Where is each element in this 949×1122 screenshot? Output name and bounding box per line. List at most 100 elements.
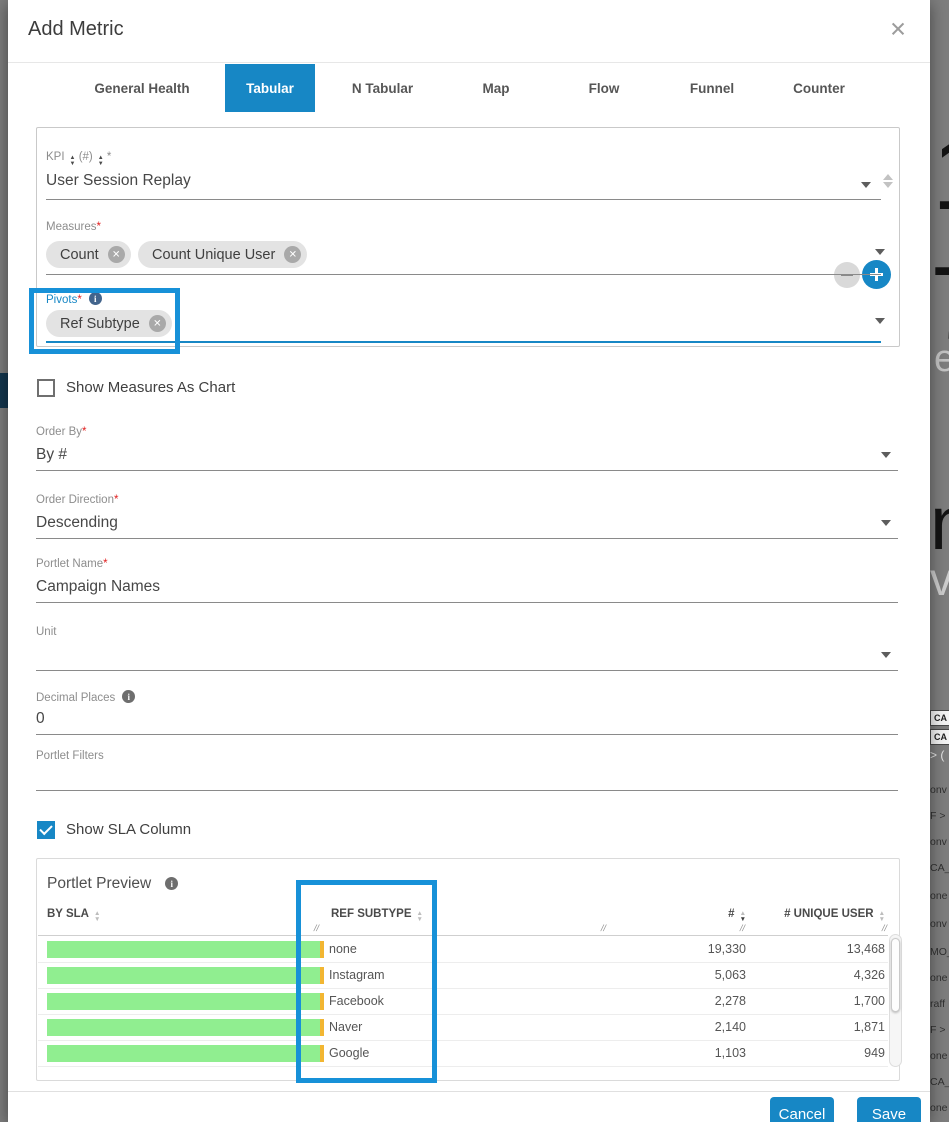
portlet-name-label: Portlet Name*	[36, 558, 108, 570]
unit-underline	[36, 670, 898, 671]
portlet-name-input[interactable]: Campaign Names	[36, 578, 160, 596]
cell-count: 2,140	[646, 1020, 746, 1034]
row-divider	[38, 962, 888, 963]
background-list-fragment: raff	[930, 998, 945, 1010]
table-header-divider	[38, 935, 888, 936]
background-list-fragment: CA_	[930, 862, 949, 874]
column-resize-handle[interactable]	[739, 923, 746, 933]
row-divider	[38, 988, 888, 989]
kpi-reorder-spinner[interactable]	[883, 174, 893, 188]
sort-icon[interactable]: ▲▼	[94, 911, 100, 922]
measure-chip-count-unique-user[interactable]: Count Unique User	[138, 241, 307, 268]
remove-chip-icon[interactable]	[149, 315, 166, 332]
cell-ref-subtype: Google	[329, 1046, 369, 1060]
order-by-underline	[36, 470, 898, 471]
tab-funnel[interactable]: Funnel	[668, 64, 756, 112]
background-sidebar-fragment	[0, 373, 8, 408]
sla-bar	[47, 1019, 324, 1036]
portlet-preview-title: Portlet Preview	[47, 875, 178, 893]
remove-kpi-button[interactable]	[834, 262, 860, 288]
table-scrollbar[interactable]	[889, 934, 902, 1067]
close-icon[interactable]	[880, 12, 916, 48]
tab-map[interactable]: Map	[452, 64, 540, 112]
column-resize-handle[interactable]	[600, 923, 607, 933]
chevron-down-icon[interactable]	[861, 182, 871, 188]
save-button[interactable]: Save	[857, 1097, 921, 1122]
cell-unique-user: 1,871	[785, 1020, 885, 1034]
background-text-fragment: e	[934, 340, 949, 378]
column-header-by-sla[interactable]: BY SLA▲▼	[47, 908, 100, 922]
kpi-card: KPI▲▼ (#)▲▼ * User Session Replay Measur…	[36, 127, 900, 347]
measures-label: Measures*	[46, 221, 101, 233]
background-big-letter: n	[930, 486, 949, 562]
order-direction-underline	[36, 538, 898, 539]
row-divider	[38, 1066, 888, 1067]
info-icon[interactable]	[122, 690, 135, 703]
add-metric-dialog: Add Metric General Health Tabular N Tabu…	[8, 0, 930, 1122]
background-list-fragment: one	[930, 1050, 948, 1062]
info-icon[interactable]	[165, 877, 178, 890]
row-divider	[38, 1014, 888, 1015]
tab-flow[interactable]: Flow	[560, 64, 648, 112]
measure-chip-count[interactable]: Count	[46, 241, 131, 268]
background-list-fragment: one	[930, 1102, 948, 1114]
column-resize-handle[interactable]	[313, 923, 320, 933]
chevron-down-icon[interactable]	[881, 520, 891, 526]
sort-icon[interactable]: ▲▼	[70, 156, 76, 167]
sla-bar-tip	[320, 993, 324, 1010]
cell-unique-user: 1,700	[785, 994, 885, 1008]
order-by-label: Order By*	[36, 426, 87, 438]
order-direction-value[interactable]: Descending	[36, 514, 118, 532]
chevron-down-icon[interactable]	[881, 452, 891, 458]
background-big-digit: 1	[932, 122, 949, 226]
background-list-fragment: CA_	[930, 1076, 949, 1088]
cell-unique-user: 13,468	[785, 942, 885, 956]
tab-general-health[interactable]: General Health	[68, 64, 216, 112]
remove-chip-icon[interactable]	[284, 246, 301, 263]
show-measures-as-chart-label: Show Measures As Chart	[66, 379, 235, 396]
show-measures-as-chart-checkbox[interactable]	[37, 379, 55, 397]
cell-ref-subtype: Facebook	[329, 994, 384, 1008]
background-list-fragment: MO_	[930, 946, 949, 958]
cell-unique-user: 949	[785, 1046, 885, 1060]
sort-icon[interactable]: ▲▼	[879, 911, 885, 922]
sort-icon[interactable]: ▲▼	[98, 156, 104, 167]
sla-bar	[47, 941, 324, 958]
tab-n-tabular[interactable]: N Tabular	[330, 64, 435, 112]
sla-bar	[47, 1045, 324, 1062]
chevron-down-icon[interactable]	[881, 652, 891, 658]
decimal-places-input[interactable]: 0	[36, 710, 45, 728]
show-sla-column-checkbox[interactable]	[37, 821, 55, 839]
info-icon[interactable]	[89, 292, 102, 305]
cell-count: 1,103	[646, 1046, 746, 1060]
decimal-places-label: Decimal Places	[36, 690, 135, 704]
column-header-unique-user[interactable]: # UNIQUE USER▲▼	[747, 908, 885, 922]
decimal-places-underline	[36, 734, 898, 735]
cell-count: 5,063	[646, 968, 746, 982]
order-by-value[interactable]: By #	[36, 446, 67, 464]
remove-chip-icon[interactable]	[108, 246, 125, 263]
footer-divider	[8, 1091, 930, 1092]
pivot-chip-ref-subtype[interactable]: Ref Subtype	[46, 310, 172, 337]
tab-counter[interactable]: Counter	[775, 64, 863, 112]
column-header-count[interactable]: #▲▼	[677, 908, 746, 922]
column-header-ref-subtype[interactable]: REF SUBTYPE▲▼	[331, 908, 423, 922]
portlet-filters-label: Portlet Filters	[36, 750, 104, 762]
sort-icon[interactable]: ▲▼	[417, 911, 423, 922]
cell-count: 19,330	[646, 942, 746, 956]
chevron-down-icon[interactable]	[875, 249, 885, 255]
measures-underline	[46, 274, 881, 275]
tab-tabular[interactable]: Tabular	[225, 64, 315, 112]
background-list-fragment: onv	[930, 918, 947, 930]
chevron-down-icon[interactable]	[875, 318, 885, 324]
background-list-fragment: onv	[930, 836, 947, 848]
column-resize-handle[interactable]	[881, 923, 888, 933]
cancel-button[interactable]: Cancel	[770, 1097, 834, 1122]
sla-bar-tip	[320, 1019, 324, 1036]
background-list-fragment: one	[930, 972, 948, 984]
sort-icon-descending[interactable]: ▲▼	[740, 911, 746, 922]
cell-unique-user: 4,326	[785, 968, 885, 982]
background-text-fragment: ve	[930, 556, 949, 602]
scrollbar-thumb[interactable]	[891, 938, 900, 1012]
kpi-select-value[interactable]: User Session Replay	[46, 172, 191, 190]
